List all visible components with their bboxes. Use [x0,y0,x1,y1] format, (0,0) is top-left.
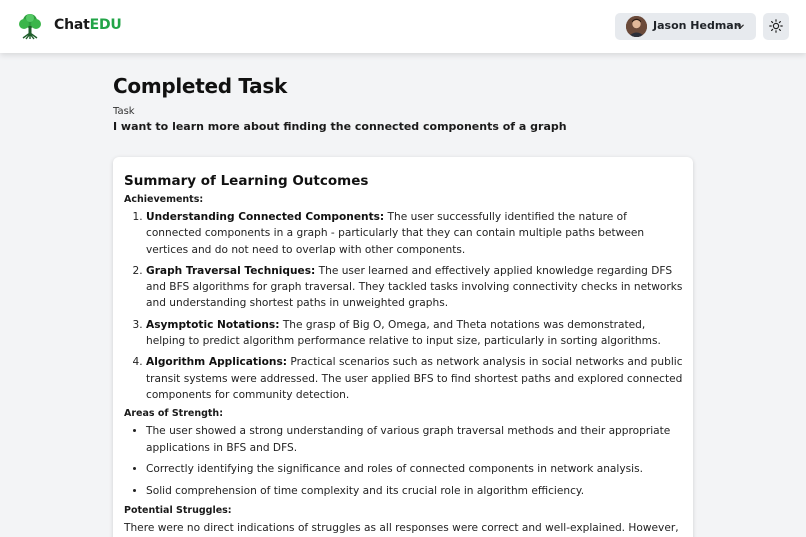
summary-card: Summary of Learning Outcomes Achievement… [113,157,693,537]
strengths-list: The user showed a strong understanding o… [146,423,684,499]
task-label: Task [113,106,135,117]
achievements-label: Achievements: [124,194,204,205]
struggles-label: Potential Struggles: [124,504,232,516]
struggles-text: There were no direct indications of stru… [124,521,679,534]
chevron-down-icon [737,24,744,29]
sun-icon [769,19,783,33]
avatar [626,16,647,37]
list-item: Correctly identifying the significance a… [146,461,684,477]
list-item: Graph Traversal Techniques: The user lea… [146,263,684,312]
achievement-title: Understanding Connected Components: [146,211,385,223]
summary-heading: Summary of Learning Outcomes [124,173,369,189]
achievements-list: Understanding Connected Components: The … [146,209,684,403]
top-bar: ChatEDU Jason Hedman [0,0,806,53]
brand-name[interactable]: ChatEDU [54,17,122,33]
list-item: Algorithm Applications: Practical scenar… [146,354,684,403]
list-item: Understanding Connected Components: The … [146,209,684,258]
task-description: I want to learn more about finding the c… [113,120,567,133]
page-title: Completed Task [113,74,287,98]
brand-name-part1: Chat [54,17,90,33]
user-name: Jason Hedman [653,19,742,32]
list-item: Asymptotic Notations: The grasp of Big O… [146,317,684,350]
brand-name-part2: EDU [89,17,122,33]
achievement-title: Algorithm Applications: [146,356,287,369]
tree-icon[interactable] [16,12,44,40]
theme-toggle-button[interactable] [763,13,789,40]
list-item: The user showed a strong understanding o… [146,423,684,456]
achievement-title: Asymptotic Notations: [146,318,280,331]
user-menu-button[interactable]: Jason Hedman [615,13,756,40]
strengths-label: Areas of Strength: [124,408,223,420]
achievement-title: Graph Traversal Techniques: [146,264,316,277]
list-item: Solid comprehension of time complexity a… [146,483,684,499]
